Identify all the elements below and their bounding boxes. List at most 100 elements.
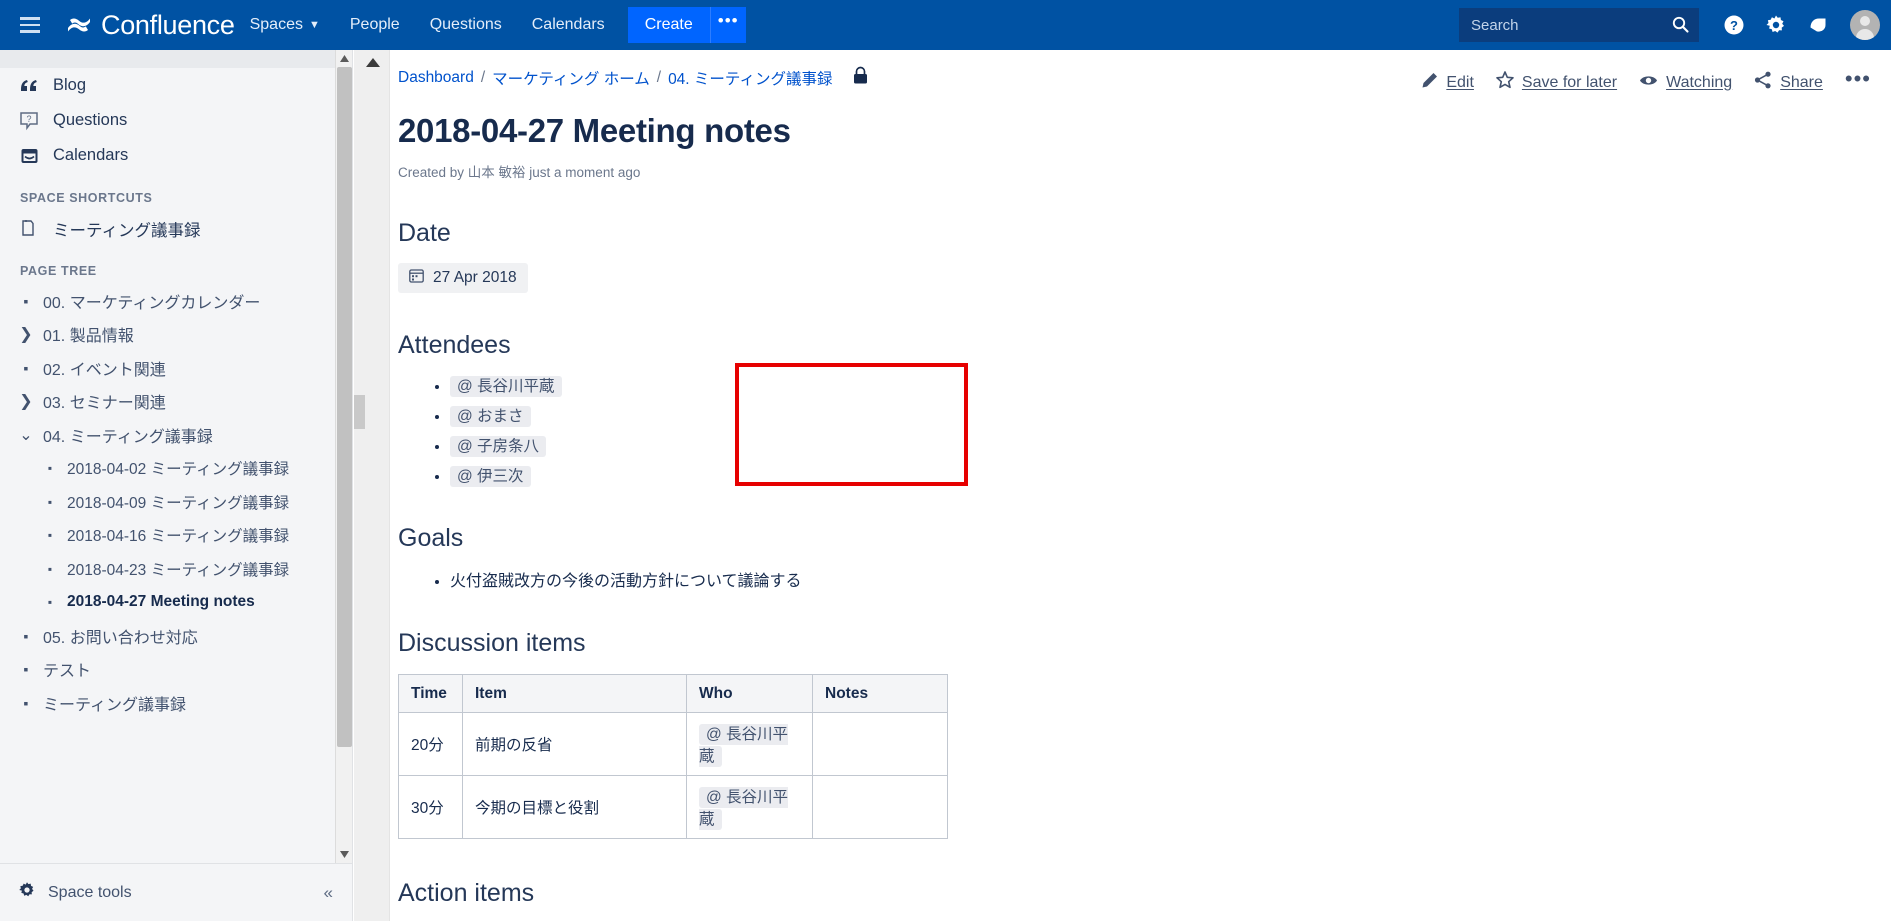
pencil-icon — [1421, 72, 1438, 94]
tree-item-2018-04-02[interactable]: ▪ 2018-04-02 ミーティング議事録 — [0, 452, 352, 486]
tree-item-2018-04-09[interactable]: ▪ 2018-04-09 ミーティング議事録 — [0, 485, 352, 519]
cell-notes — [812, 775, 948, 839]
tree-item-2018-04-23[interactable]: ▪ 2018-04-23 ミーティング議事録 — [0, 552, 352, 586]
page-tree-heading: PAGE TREE — [20, 264, 97, 278]
chevron-right-icon[interactable]: ❯ — [16, 391, 36, 411]
sidebar-item-blog[interactable]: Blog — [0, 68, 352, 103]
avatar — [1850, 10, 1880, 40]
help-icon[interactable]: ? — [1713, 0, 1755, 50]
bullet-dot-icon: ▪ — [23, 661, 29, 678]
tree-item-2018-04-02-label: 2018-04-02 ミーティング議事録 — [67, 461, 290, 479]
scroll-up-arrow-icon[interactable] — [366, 58, 380, 67]
nav-item-calendars[interactable]: Calendars — [517, 0, 620, 50]
mention-chip[interactable]: @ 子房条八 — [450, 436, 547, 457]
space-sidebar: Blog ? Questions Calendars SPACE SHORTCU… — [0, 50, 353, 921]
tree-item-02[interactable]: ▪ 02. イベント関連 — [0, 351, 352, 385]
list-item: @ おまさ — [450, 404, 1891, 427]
breadcrumb-dashboard[interactable]: Dashboard — [398, 69, 474, 87]
page-title: 2018-04-27 Meeting notes — [398, 112, 791, 149]
create-more-button[interactable]: ••• — [709, 7, 746, 43]
share-button[interactable]: Share — [1754, 71, 1823, 94]
sidebar-item-questions[interactable]: ? Questions — [0, 103, 352, 138]
user-avatar-button[interactable] — [1839, 0, 1891, 50]
breadcrumb-separator: / — [656, 69, 662, 86]
sidebar-item-calendars-label: Calendars — [53, 146, 129, 164]
lock-icon[interactable] — [852, 66, 869, 90]
cell-time: 20分 — [398, 712, 463, 776]
collapse-sidebar-button[interactable]: « — [324, 883, 333, 903]
tree-item-02-label: 02. イベント関連 — [43, 361, 166, 379]
mention-chip[interactable]: @ 長谷川平蔵 — [450, 376, 562, 397]
create-button[interactable]: Create — [627, 7, 710, 43]
tree-item-2018-04-09-label: 2018-04-09 ミーティング議事録 — [67, 494, 290, 512]
mention-chip[interactable]: @ 長谷川平蔵 — [699, 724, 789, 767]
bullet-dot-icon: ▪ — [23, 359, 29, 376]
chevron-right-icon[interactable]: ❯ — [16, 324, 36, 344]
list-item: @ 長谷川平蔵 — [450, 374, 1891, 397]
space-shortcuts-heading: SPACE SHORTCUTS — [20, 191, 153, 205]
sidebar-item-calendars[interactable]: Calendars — [0, 138, 352, 173]
search-icon[interactable] — [1672, 16, 1689, 38]
date-chip[interactable]: 27 Apr 2018 — [398, 263, 528, 293]
sidebar-scrollbar[interactable] — [335, 50, 352, 863]
tree-item-2018-04-16[interactable]: ▪ 2018-04-16 ミーティング議事録 — [0, 519, 352, 553]
column-header-who: Who — [686, 674, 813, 713]
tree-item-test[interactable]: ▪ テスト — [0, 653, 352, 687]
nav-item-questions[interactable]: Questions — [415, 0, 517, 50]
section-heading-date: Date — [398, 219, 451, 247]
section-heading-attendees: Attendees — [398, 331, 511, 359]
bullet-dot-icon: ▪ — [23, 694, 29, 711]
section-heading-goals: Goals — [398, 524, 464, 552]
breadcrumb-parent-page[interactable]: 04. ミーティング議事録 — [668, 67, 832, 89]
sidebar-scrollbar-thumb[interactable] — [337, 67, 352, 747]
svg-text:?: ? — [26, 114, 31, 124]
nav-item-people[interactable]: People — [335, 0, 415, 50]
search-box[interactable] — [1459, 8, 1699, 42]
nav-item-people-label: People — [349, 16, 400, 33]
save-for-later-button[interactable]: Save for later — [1496, 71, 1617, 94]
gear-icon[interactable] — [1755, 0, 1797, 50]
bullet-dot-icon: ▪ — [23, 292, 29, 309]
breadcrumb-space-home[interactable]: マーケティング ホーム — [492, 67, 650, 89]
blog-quote-icon — [18, 77, 40, 95]
notifications-icon[interactable] — [1797, 0, 1839, 50]
tree-item-05[interactable]: ▪ 05. お問い合わせ対応 — [0, 619, 352, 653]
calendar-icon — [409, 268, 424, 288]
chevron-down-icon[interactable]: ⌄ — [16, 425, 36, 445]
confluence-mark-icon — [66, 12, 92, 38]
tree-item-00[interactable]: ▪ 00. マーケティングカレンダー — [0, 284, 352, 318]
tree-item-01[interactable]: ❯ 01. 製品情報 — [0, 318, 352, 352]
mention-chip[interactable]: @ 伊三次 — [450, 466, 531, 487]
space-tools-button[interactable]: Space tools — [0, 881, 132, 904]
confluence-logo[interactable]: Confluence — [66, 10, 235, 41]
tree-item-03[interactable]: ❯ 03. セミナー関連 — [0, 385, 352, 419]
main-content-area: Dashboard / マーケティング ホーム / 04. ミーティング議事録 … — [354, 50, 1891, 921]
edit-button[interactable]: Edit — [1421, 72, 1474, 94]
chevron-down-icon: ▼ — [308, 19, 320, 31]
mention-chip[interactable]: @ おまさ — [450, 406, 531, 427]
column-header-time: Time — [398, 674, 463, 713]
mention-chip[interactable]: @ 長谷川平蔵 — [699, 787, 789, 830]
hamburger-menu-icon[interactable] — [8, 0, 52, 50]
search-input[interactable] — [1459, 8, 1699, 42]
scroll-up-arrow-icon[interactable] — [336, 50, 352, 67]
more-actions-button[interactable]: ••• — [1845, 66, 1871, 99]
section-heading-discussion-items: Discussion items — [398, 629, 586, 657]
tree-item-2018-04-27-current[interactable]: ▪ 2018-04-27 Meeting notes — [0, 586, 352, 620]
sidebar-resize-grip[interactable] — [354, 395, 365, 429]
column-header-notes: Notes — [812, 674, 948, 713]
sidebar-shortcut-meeting-notes[interactable]: ミーティング議事録 — [0, 211, 352, 246]
tree-item-04-label: 04. ミーティング議事録 — [43, 428, 213, 446]
sidebar-footer: Space tools « — [0, 863, 352, 921]
bullet-dot-icon: ▪ — [47, 494, 53, 509]
scroll-down-arrow-icon[interactable] — [336, 846, 352, 863]
nav-item-spaces[interactable]: Spaces ▼ — [235, 0, 335, 50]
tree-item-04[interactable]: ⌄ 04. ミーティング議事録 — [0, 418, 352, 452]
edit-label: Edit — [1446, 73, 1474, 91]
tree-item-meeting-notes[interactable]: ▪ ミーティング議事録 — [0, 686, 352, 720]
list-item: @ 子房条八 — [450, 434, 1891, 457]
sidebar-scroll-region: Blog ? Questions Calendars SPACE SHORTCU… — [0, 50, 352, 863]
cell-notes — [812, 712, 948, 776]
section-heading-action-items: Action items — [398, 879, 535, 907]
watching-button[interactable]: Watching — [1639, 73, 1732, 93]
